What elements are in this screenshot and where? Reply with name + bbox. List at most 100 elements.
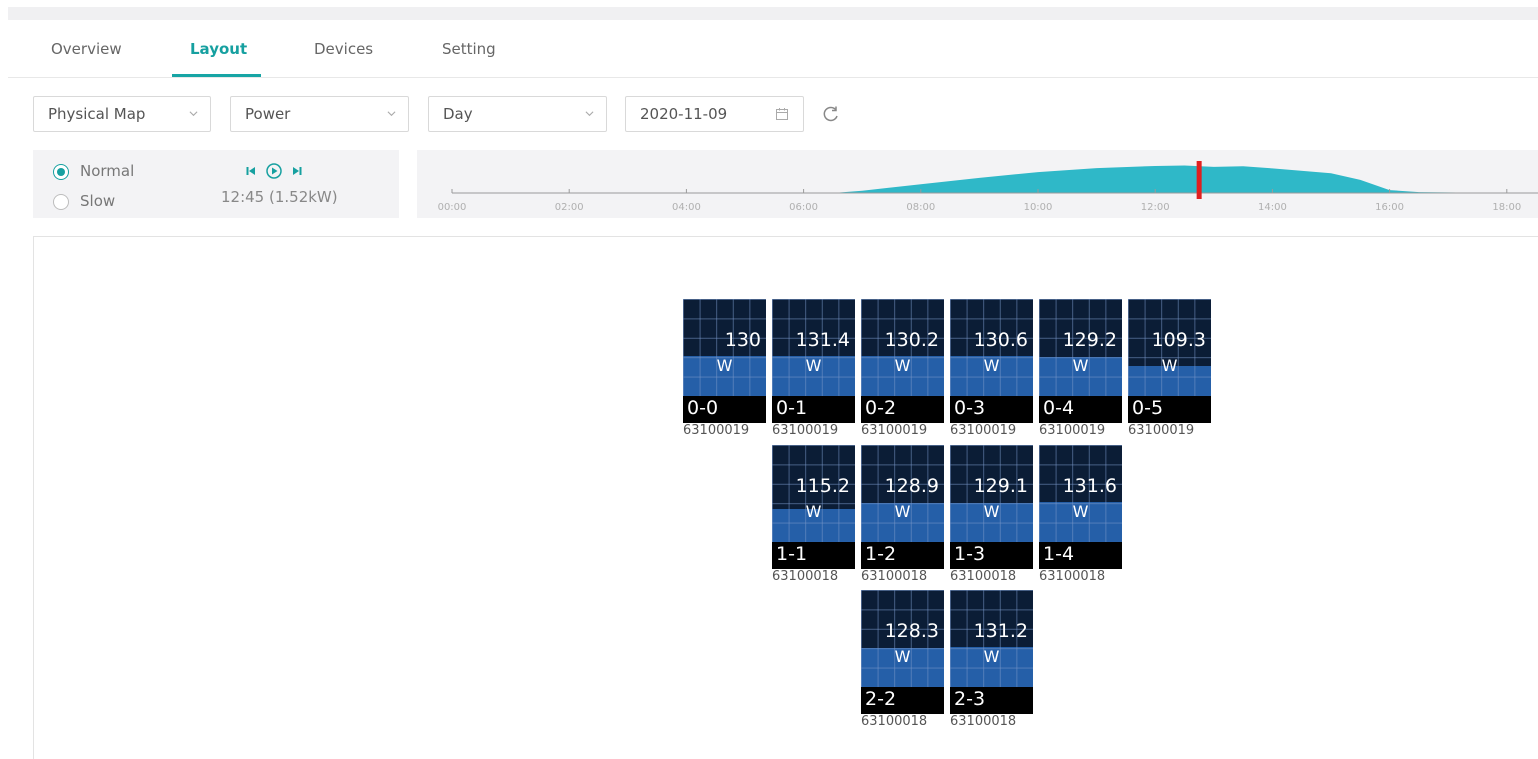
panel-id: 0-5	[1132, 397, 1164, 419]
panel-power: 129.1	[973, 475, 1028, 497]
solar-panel[interactable]: 131.2 W 2-3 63100018	[950, 590, 1033, 729]
panel-id-bar: 1-2	[861, 542, 944, 569]
solar-panel[interactable]: 131.4 W 0-1 63100019	[772, 299, 855, 438]
panel-id: 0-0	[687, 397, 719, 419]
panel-power: 115.2	[795, 475, 850, 497]
panel-id: 2-2	[865, 688, 897, 710]
solar-panel[interactable]: 129.2 W 0-4 63100019	[1039, 299, 1122, 438]
panel-id-bar: 1-1	[772, 542, 855, 569]
panel-serial: 63100018	[950, 569, 1017, 584]
tab-layout[interactable]: Layout	[190, 40, 247, 58]
playback-time: 12:45 (1.52kW)	[221, 188, 338, 206]
power-timeline[interactable]: 00:00 02:00 04:00 06:00 08:00 10:00 12:00 14:00…	[417, 150, 1538, 218]
panel-power: 128.9	[884, 475, 939, 497]
period-select-value: Day	[443, 105, 473, 123]
panel-power-unit: W	[894, 502, 911, 521]
panel-id: 1-1	[776, 543, 808, 565]
panel-id-bar: 1-3	[950, 542, 1033, 569]
panel-power: 109.3	[1151, 329, 1206, 351]
panel-id-bar: 0-5	[1128, 396, 1211, 423]
panel-serial: 63100019	[772, 423, 839, 438]
power-curve-area	[452, 165, 1537, 193]
speed-slow-radio[interactable]: Slow	[53, 192, 153, 212]
solar-panel[interactable]: 128.3 W 2-2 63100018	[861, 590, 944, 729]
skip-back-icon[interactable]	[245, 163, 257, 179]
date-picker[interactable]: 2020-11-09	[625, 96, 804, 132]
tab-overview[interactable]: Overview	[51, 40, 122, 58]
solar-panel[interactable]: 115.2 W 1-1 63100018	[772, 445, 855, 584]
metric-select-value: Power	[245, 105, 291, 123]
panel-serial: 63100019	[683, 423, 750, 438]
skip-forward-icon[interactable]	[291, 163, 303, 179]
panel-serial: 63100019	[861, 423, 928, 438]
panel-id-bar: 2-2	[861, 687, 944, 714]
panel-serial: 63100019	[1128, 423, 1195, 438]
panel-power: 128.3	[884, 620, 939, 642]
view-select[interactable]: Physical Map	[33, 96, 211, 132]
panel-id: 2-3	[954, 688, 986, 710]
timeline-tick-label: 04:00	[672, 202, 701, 213]
panel-power-unit: W	[805, 356, 822, 375]
panel-serial: 63100018	[772, 569, 839, 584]
panel-id: 0-4	[1043, 397, 1075, 419]
panel-power-unit: W	[805, 502, 822, 521]
panel-serial: 63100018	[861, 569, 928, 584]
date-picker-value: 2020-11-09	[640, 105, 728, 123]
top-strip	[8, 7, 1538, 20]
panel-power-unit: W	[1072, 502, 1089, 521]
panel-power: 131.2	[973, 620, 1028, 642]
panel-id: 0-1	[776, 397, 808, 419]
timeline-chart[interactable]: 00:00 02:00 04:00 06:00 08:00 10:00 12:00 14:00…	[417, 150, 1538, 218]
solar-panel[interactable]: 130.6 W 0-3 63100019	[950, 299, 1033, 438]
solar-panel[interactable]: 128.9 W 1-2 63100018	[861, 445, 944, 584]
radio-dot	[53, 194, 69, 210]
timeline-tick-label: 12:00	[1141, 202, 1170, 213]
chevron-down-icon	[387, 111, 396, 117]
panel-id: 0-3	[954, 397, 986, 419]
panel-id: 1-2	[865, 543, 897, 565]
panel-id-bar: 2-3	[950, 687, 1033, 714]
panel-power: 129.2	[1062, 329, 1117, 351]
tab-devices[interactable]: Devices	[314, 40, 373, 58]
metric-select[interactable]: Power	[230, 96, 409, 132]
solar-panel[interactable]: 130 W 0-0 63100019	[683, 299, 766, 438]
calendar-icon	[776, 108, 788, 120]
solar-panel[interactable]: 109.3 W 0-5 63100019	[1128, 299, 1211, 438]
panel-id: 1-4	[1043, 543, 1075, 565]
play-icon[interactable]	[265, 163, 283, 179]
panel-id: 1-3	[954, 543, 986, 565]
timeline-marker[interactable]	[1196, 161, 1202, 199]
radio-dot	[53, 164, 69, 180]
panel-power: 130.6	[973, 329, 1028, 351]
solar-panel[interactable]: 129.1 W 1-3 63100018	[950, 445, 1033, 584]
playback-panel: Normal Slow 12:45 (1.52kW)	[33, 150, 399, 218]
panel-power-unit: W	[1072, 356, 1089, 375]
refresh-icon[interactable]	[821, 104, 841, 124]
timeline-tick-label: 08:00	[906, 202, 935, 213]
timeline-tick-label: 18:00	[1492, 202, 1521, 213]
solar-panel[interactable]: 130.2 W 0-2 63100019	[861, 299, 944, 438]
period-select[interactable]: Day	[428, 96, 607, 132]
speed-normal-radio[interactable]: Normal	[53, 162, 153, 182]
panel-power: 131.6	[1062, 475, 1117, 497]
panel-power-unit: W	[983, 502, 1000, 521]
timeline-tick-label: 14:00	[1258, 202, 1287, 213]
top-bar	[0, 0, 1538, 22]
speed-slow-label: Slow	[80, 192, 116, 210]
solar-panel[interactable]: 131.6 W 1-4 63100018	[1039, 445, 1122, 584]
panel-serial: 63100019	[950, 423, 1017, 438]
chevron-down-icon	[189, 111, 198, 117]
tab-setting[interactable]: Setting	[442, 40, 496, 58]
panel-power-unit: W	[983, 647, 1000, 666]
active-tab-indicator	[172, 74, 261, 77]
panel-serial: 63100018	[861, 714, 928, 729]
panel-id-bar: 0-2	[861, 396, 944, 423]
speed-normal-label: Normal	[80, 162, 135, 180]
panel-power-unit: W	[894, 647, 911, 666]
panel-power-unit: W	[1161, 356, 1178, 375]
panel-serial: 63100018	[1039, 569, 1106, 584]
panel-serial: 63100018	[950, 714, 1017, 729]
panel-power-unit: W	[716, 356, 733, 375]
panel-id-bar: 0-0	[683, 396, 766, 423]
panel-power-unit: W	[983, 356, 1000, 375]
